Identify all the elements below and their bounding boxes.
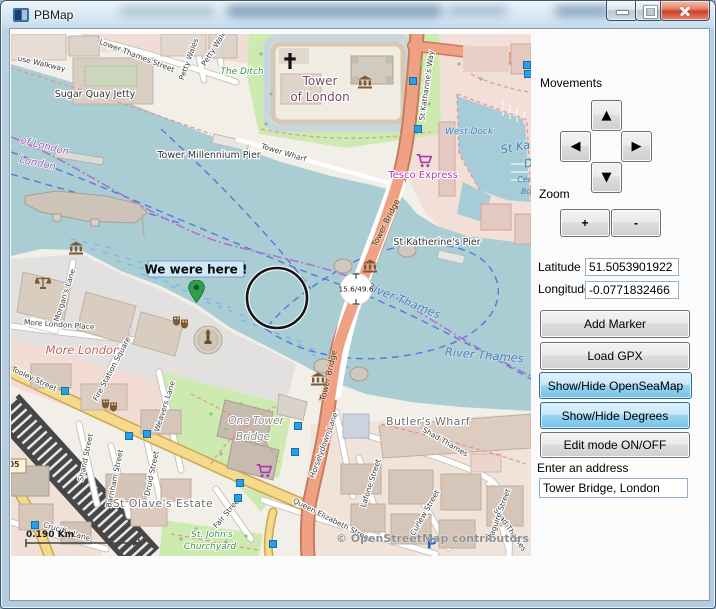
map-attribution: © OpenStreetMap contributors [336,532,530,545]
edit-node-marker[interactable] [415,126,422,133]
edit-node-marker[interactable] [144,431,151,438]
edit-node-marker[interactable] [524,62,531,69]
edit-mode-button[interactable]: Edit mode ON/OFF [540,432,690,458]
map-label: St. John's [191,530,233,540]
city-hall-building [194,326,222,354]
latitude-label: Latitude [538,260,581,274]
arrow-left-icon: ◀ [571,139,581,154]
edit-node-marker[interactable] [292,449,299,456]
map-label: Sugar Quay Jetty [55,89,136,100]
edit-node-marker[interactable] [295,423,302,430]
map-canvas: P [11,34,531,556]
clearance-text: 15.6/49.6 [339,285,374,294]
edit-node-marker[interactable] [62,388,69,395]
maximize-button[interactable] [635,1,663,21]
edit-node-marker[interactable] [525,71,532,78]
map-label: West Dock [445,127,494,137]
edit-node-marker[interactable] [126,433,133,440]
glass-blur-decoration [120,7,215,15]
zoom-in-button[interactable]: + [560,209,610,237]
map-label: Bridge [236,431,270,443]
close-button[interactable] [660,1,710,21]
zoom-out-button[interactable]: - [611,209,661,237]
edit-node-marker[interactable] [270,541,277,548]
we-were-here-label: We were here ! [145,261,248,277]
load-gpx-button[interactable]: Load GPX [540,342,690,370]
map-view[interactable]: P [11,34,531,556]
arrow-right-icon: ▶ [632,139,642,154]
edit-node-marker[interactable] [410,78,417,85]
scale-text: 0.190 Km [26,530,74,540]
glass-blur-decoration [447,6,507,15]
zoom-label: Zoom [539,187,570,201]
map-label: Churchyard [184,542,237,552]
map-label: D [523,155,531,170]
edit-node-marker[interactable] [32,522,39,529]
map-label: One Tower [228,415,284,427]
show-hide-openseamap-button[interactable]: Show/Hide OpenSeaMap [539,372,692,399]
minimize-icon [617,11,628,14]
movements-label: Movements [540,76,602,90]
move-left-button[interactable]: ◀ [560,131,591,162]
map-label: St Katherine's Pier [393,237,480,248]
show-hide-degrees-button[interactable]: Show/Hide Degrees [540,402,690,429]
map-label: Tesco Express [387,170,458,181]
arrow-up-icon: ▲ [602,108,612,123]
map-label: The Ditch [220,67,264,77]
longitude-label: Longitude [538,282,591,296]
add-marker-button[interactable]: Add Marker [540,310,690,338]
minimize-button[interactable] [606,1,638,21]
map-label: St Olave's Estate [113,497,213,510]
glass-blur-decoration [227,5,442,17]
move-right-button[interactable]: ▶ [621,131,652,162]
address-label: Enter an address [537,461,628,475]
move-up-button[interactable]: ▲ [591,100,622,131]
arrow-down-icon: ▼ [602,170,612,185]
longitude-input[interactable] [585,281,679,299]
map-label: Tower [302,74,338,88]
map-label: Tower Millennium Pier [156,150,260,161]
glass-blur-decoration [555,6,610,16]
map-label: Bo [521,187,531,196]
app-icon [13,8,29,22]
maximize-icon [644,6,657,18]
address-input[interactable] [539,478,688,498]
edit-node-marker[interactable] [237,480,244,487]
latitude-input[interactable] [585,258,679,276]
app-window: PBMap [0,0,716,609]
map-label: Cen [517,175,531,184]
map-label: More London [46,343,121,357]
edit-node-marker[interactable] [235,495,242,502]
svg-text:We were here !: We were here ! [145,263,248,277]
close-icon [679,5,691,17]
move-down-button[interactable]: ▼ [591,162,622,193]
window-title: PBMap [34,8,73,22]
map-label: of London [290,90,349,104]
map-label: 05 [11,460,20,469]
